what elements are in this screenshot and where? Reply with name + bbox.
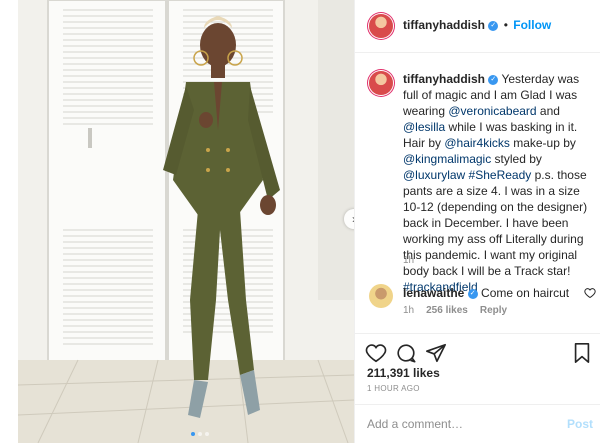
caption-mention-link[interactable]: @hair4kicks <box>444 136 510 150</box>
header-separator: • <box>503 18 508 32</box>
caption-text: and <box>536 104 560 118</box>
caption-avatar[interactable] <box>369 71 393 95</box>
comment-like-heart-icon[interactable] <box>584 287 596 299</box>
comment-avatar[interactable] <box>369 284 393 308</box>
post-header: tiffanyhaddish ✓ • Follow <box>355 0 600 53</box>
photo-illustration <box>18 0 354 443</box>
posted-time: 1 HOUR AGO <box>367 384 420 393</box>
caption-text: p.s. those pants are a size 4. I was in … <box>403 168 588 278</box>
comment-text: Come on haircut <box>481 286 570 300</box>
carousel-dot-active <box>191 432 195 436</box>
post-side-panel: tiffanyhaddish ✓ • Follow tiffanyhaddish… <box>354 0 600 443</box>
reply-button[interactable]: Reply <box>480 305 507 316</box>
comment-username[interactable]: lenawaithe <box>403 286 464 300</box>
caption-time: 1h <box>403 255 415 266</box>
post-actions <box>355 333 600 363</box>
carousel-dot <box>205 432 209 436</box>
verified-badge-icon: ✓ <box>488 74 499 85</box>
bookmark-icon[interactable] <box>571 342 593 364</box>
comment-time: 1h <box>403 305 415 316</box>
post-caption: tiffanyhaddish ✓ Yesterday was full of m… <box>403 71 593 295</box>
share-icon[interactable] <box>425 342 447 364</box>
comment-icon[interactable] <box>395 342 417 364</box>
caption-mention-link[interactable]: @veronicabeard <box>448 104 536 118</box>
likes-count[interactable]: 211,391 likes <box>367 366 440 380</box>
verified-badge-icon: ✓ <box>488 20 499 31</box>
avatar[interactable] <box>369 14 393 38</box>
caption-mention-link[interactable]: #SheReady <box>469 168 532 182</box>
comment-meta: 1h 256 likes Reply <box>403 305 507 316</box>
heart-icon[interactable] <box>365 342 387 364</box>
caption-mention-link[interactable]: @lesilla <box>403 120 445 134</box>
header-username[interactable]: tiffanyhaddish <box>403 18 485 32</box>
caption-mention-link[interactable]: @kingmalimagic <box>403 152 491 166</box>
comment-input[interactable] <box>367 417 547 431</box>
caption-text: styled by <box>491 152 542 166</box>
verified-badge-icon: ✓ <box>467 288 478 299</box>
comment-likes[interactable]: 256 likes <box>426 305 468 316</box>
instagram-post: › tiffanyhaddish ✓ • Follow tiffanyhaddi… <box>0 0 600 443</box>
post-photo[interactable]: › <box>18 0 354 443</box>
carousel-dots <box>191 432 209 436</box>
post-comment-button[interactable]: Post <box>567 417 593 431</box>
caption-username[interactable]: tiffanyhaddish <box>403 72 485 86</box>
caption-text: make-up by <box>509 136 576 150</box>
follow-button[interactable]: Follow <box>513 18 551 32</box>
comment: lenawaithe ✓ Come on haircut <box>403 285 573 301</box>
caption-mention-link[interactable]: @luxurylaw <box>403 168 465 182</box>
add-comment-bar: Post <box>355 404 600 444</box>
carousel-dot <box>198 432 202 436</box>
caption-body: Yesterday was full of magic and I am Gla… <box>403 72 587 294</box>
